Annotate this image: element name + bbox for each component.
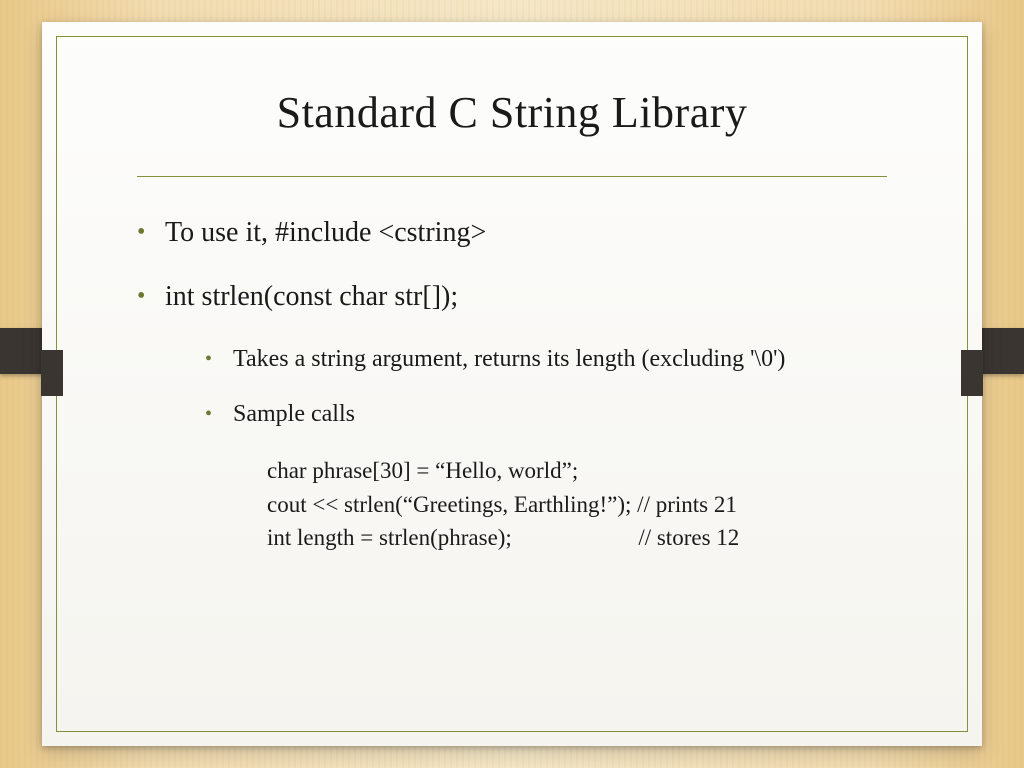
bullet-strlen-desc: Takes a string argument, returns its len… bbox=[205, 344, 887, 375]
bullet-sample-calls: Sample calls bbox=[205, 399, 887, 430]
code-sample: char phrase[30] = “Hello, world”; cout <… bbox=[267, 454, 887, 554]
slide-card: Standard C String Library To use it, #in… bbox=[42, 22, 982, 746]
ribbon-overlap-left bbox=[41, 350, 63, 396]
bullet-strlen-signature: int strlen(const char str[]); bbox=[137, 279, 887, 315]
title-divider bbox=[137, 176, 887, 177]
ribbon-overlap-right bbox=[961, 350, 983, 396]
slide-inner-border: Standard C String Library To use it, #in… bbox=[56, 36, 968, 732]
bullet-include: To use it, #include <cstring> bbox=[137, 215, 887, 251]
slide-title: Standard C String Library bbox=[137, 87, 887, 138]
